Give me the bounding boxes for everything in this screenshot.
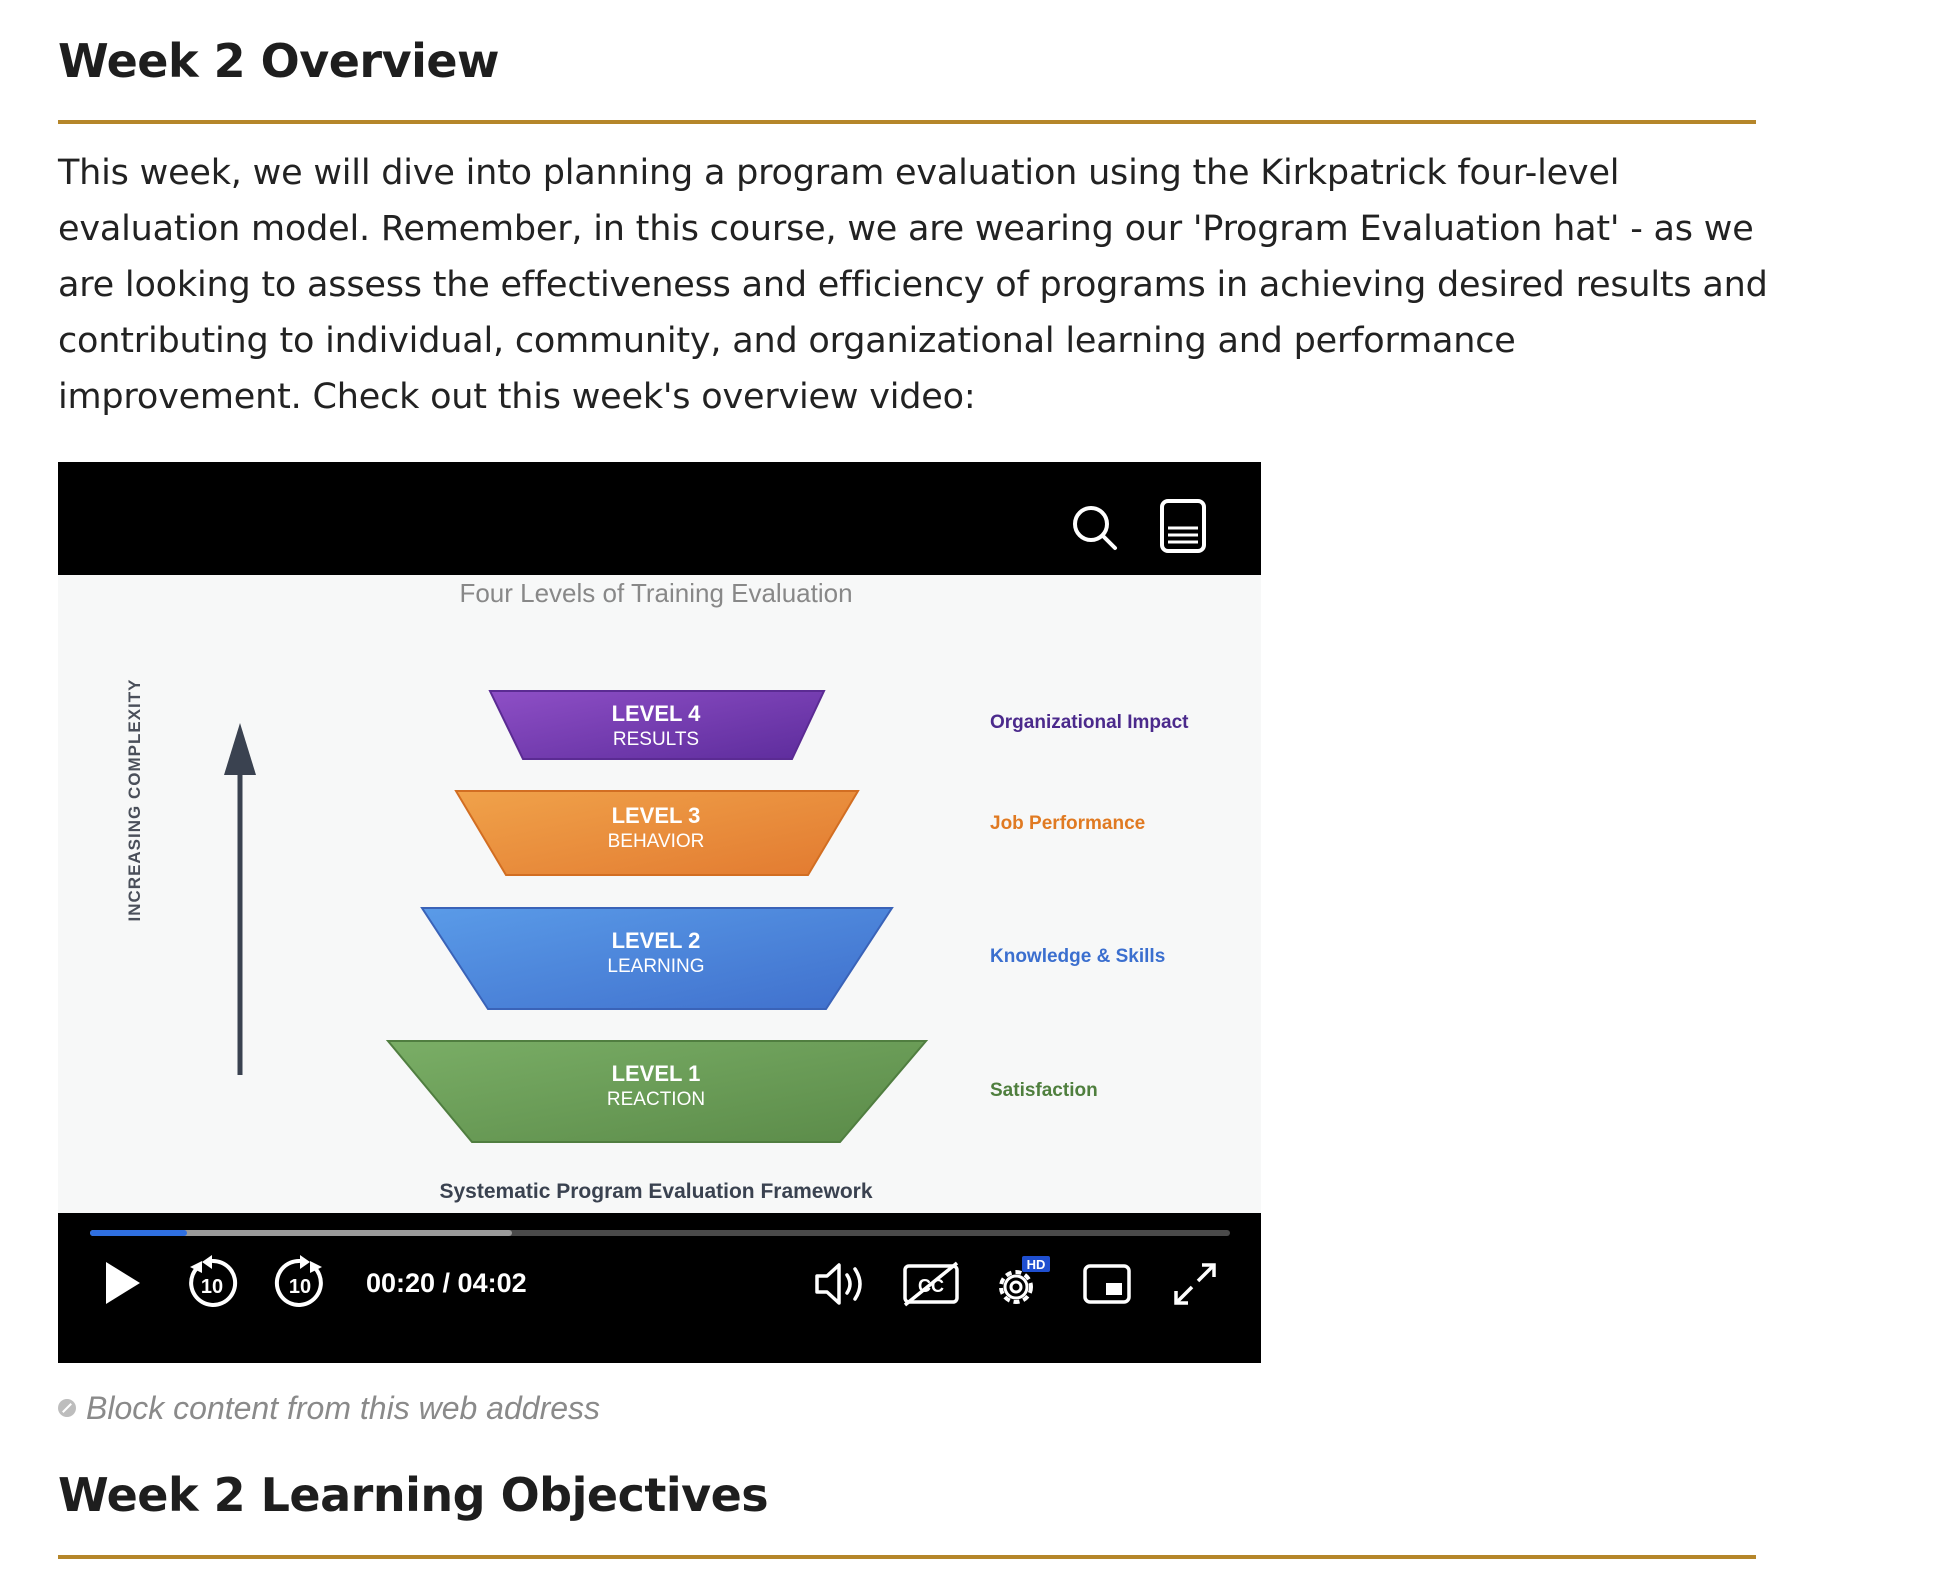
search-icon[interactable] <box>1071 498 1119 554</box>
play-icon[interactable] <box>102 1259 142 1312</box>
level-2-title: LEVEL 2 <box>612 928 701 953</box>
video-player[interactable]: Four Levels of Training Evaluation INCRE… <box>58 462 1261 1363</box>
level-3-title: LEVEL 3 <box>612 803 701 828</box>
fullscreen-icon[interactable] <box>1170 1259 1220 1314</box>
hd-badge: HD <box>1027 1257 1046 1272</box>
objectives-heading: Week 2 Learning Objectives <box>58 1468 769 1522</box>
player-controls: 10 10 00:20 / 04:02 CC <box>58 1213 1261 1363</box>
kirkpatrick-diagram: Four Levels of Training Evaluation INCRE… <box>125 578 1189 1203</box>
level-4-name: RESULTS <box>613 729 699 750</box>
level-2-description: Knowledge & Skills <box>990 946 1165 967</box>
level-1-title: LEVEL 1 <box>612 1061 701 1086</box>
slide-title: Four Levels of Training Evaluation <box>459 578 852 608</box>
level-1-description: Satisfaction <box>990 1080 1098 1101</box>
player-top-bar <box>58 462 1261 575</box>
picture-in-picture-icon[interactable] <box>1082 1263 1132 1310</box>
block-icon <box>58 1398 76 1417</box>
complexity-arrow <box>224 723 256 1075</box>
axis-label: INCREASING COMPLEXITY <box>125 679 144 922</box>
level-1-name: REACTION <box>607 1089 705 1110</box>
overview-heading: Week 2 Overview <box>58 34 500 88</box>
forward-10-icon[interactable]: 10 <box>272 1255 328 1316</box>
settings-icon[interactable]: HD <box>990 1255 1052 1316</box>
heading-divider <box>58 120 1756 124</box>
captions-off-icon[interactable]: CC <box>902 1261 960 1312</box>
rewind-10-icon[interactable]: 10 <box>184 1255 240 1316</box>
level-3-name: BEHAVIOR <box>608 831 705 852</box>
block-content-link[interactable]: Block content from this web address <box>58 1390 600 1427</box>
intro-paragraph: This week, we will dive into planning a … <box>58 153 1768 417</box>
volume-icon[interactable] <box>813 1261 873 1312</box>
level-3-description: Job Performance <box>990 813 1145 834</box>
progress-bar[interactable] <box>90 1227 1230 1239</box>
level-4-shape: LEVEL 4 RESULTS <box>488 690 826 760</box>
time-display: 00:20 / 04:02 <box>366 1268 527 1298</box>
objectives-divider <box>58 1555 1756 1559</box>
svg-text:10: 10 <box>289 1276 311 1298</box>
level-1-shape: LEVEL 1 REACTION <box>385 1040 929 1143</box>
slide-footer: Systematic Program Evaluation Framework <box>440 1180 873 1203</box>
svg-text:10: 10 <box>201 1276 223 1298</box>
block-content-text: Block content from this web address <box>86 1390 601 1426</box>
video-frame-slide[interactable]: Four Levels of Training Evaluation INCRE… <box>58 575 1261 1213</box>
level-2-name: LEARNING <box>607 956 704 977</box>
level-4-description: Organizational Impact <box>990 712 1189 733</box>
level-2-shape: LEVEL 2 LEARNING <box>420 907 894 1010</box>
level-4-title: LEVEL 4 <box>612 701 702 726</box>
transcript-icon[interactable] <box>1159 498 1207 554</box>
level-3-shape: LEVEL 3 BEHAVIOR <box>454 790 860 876</box>
